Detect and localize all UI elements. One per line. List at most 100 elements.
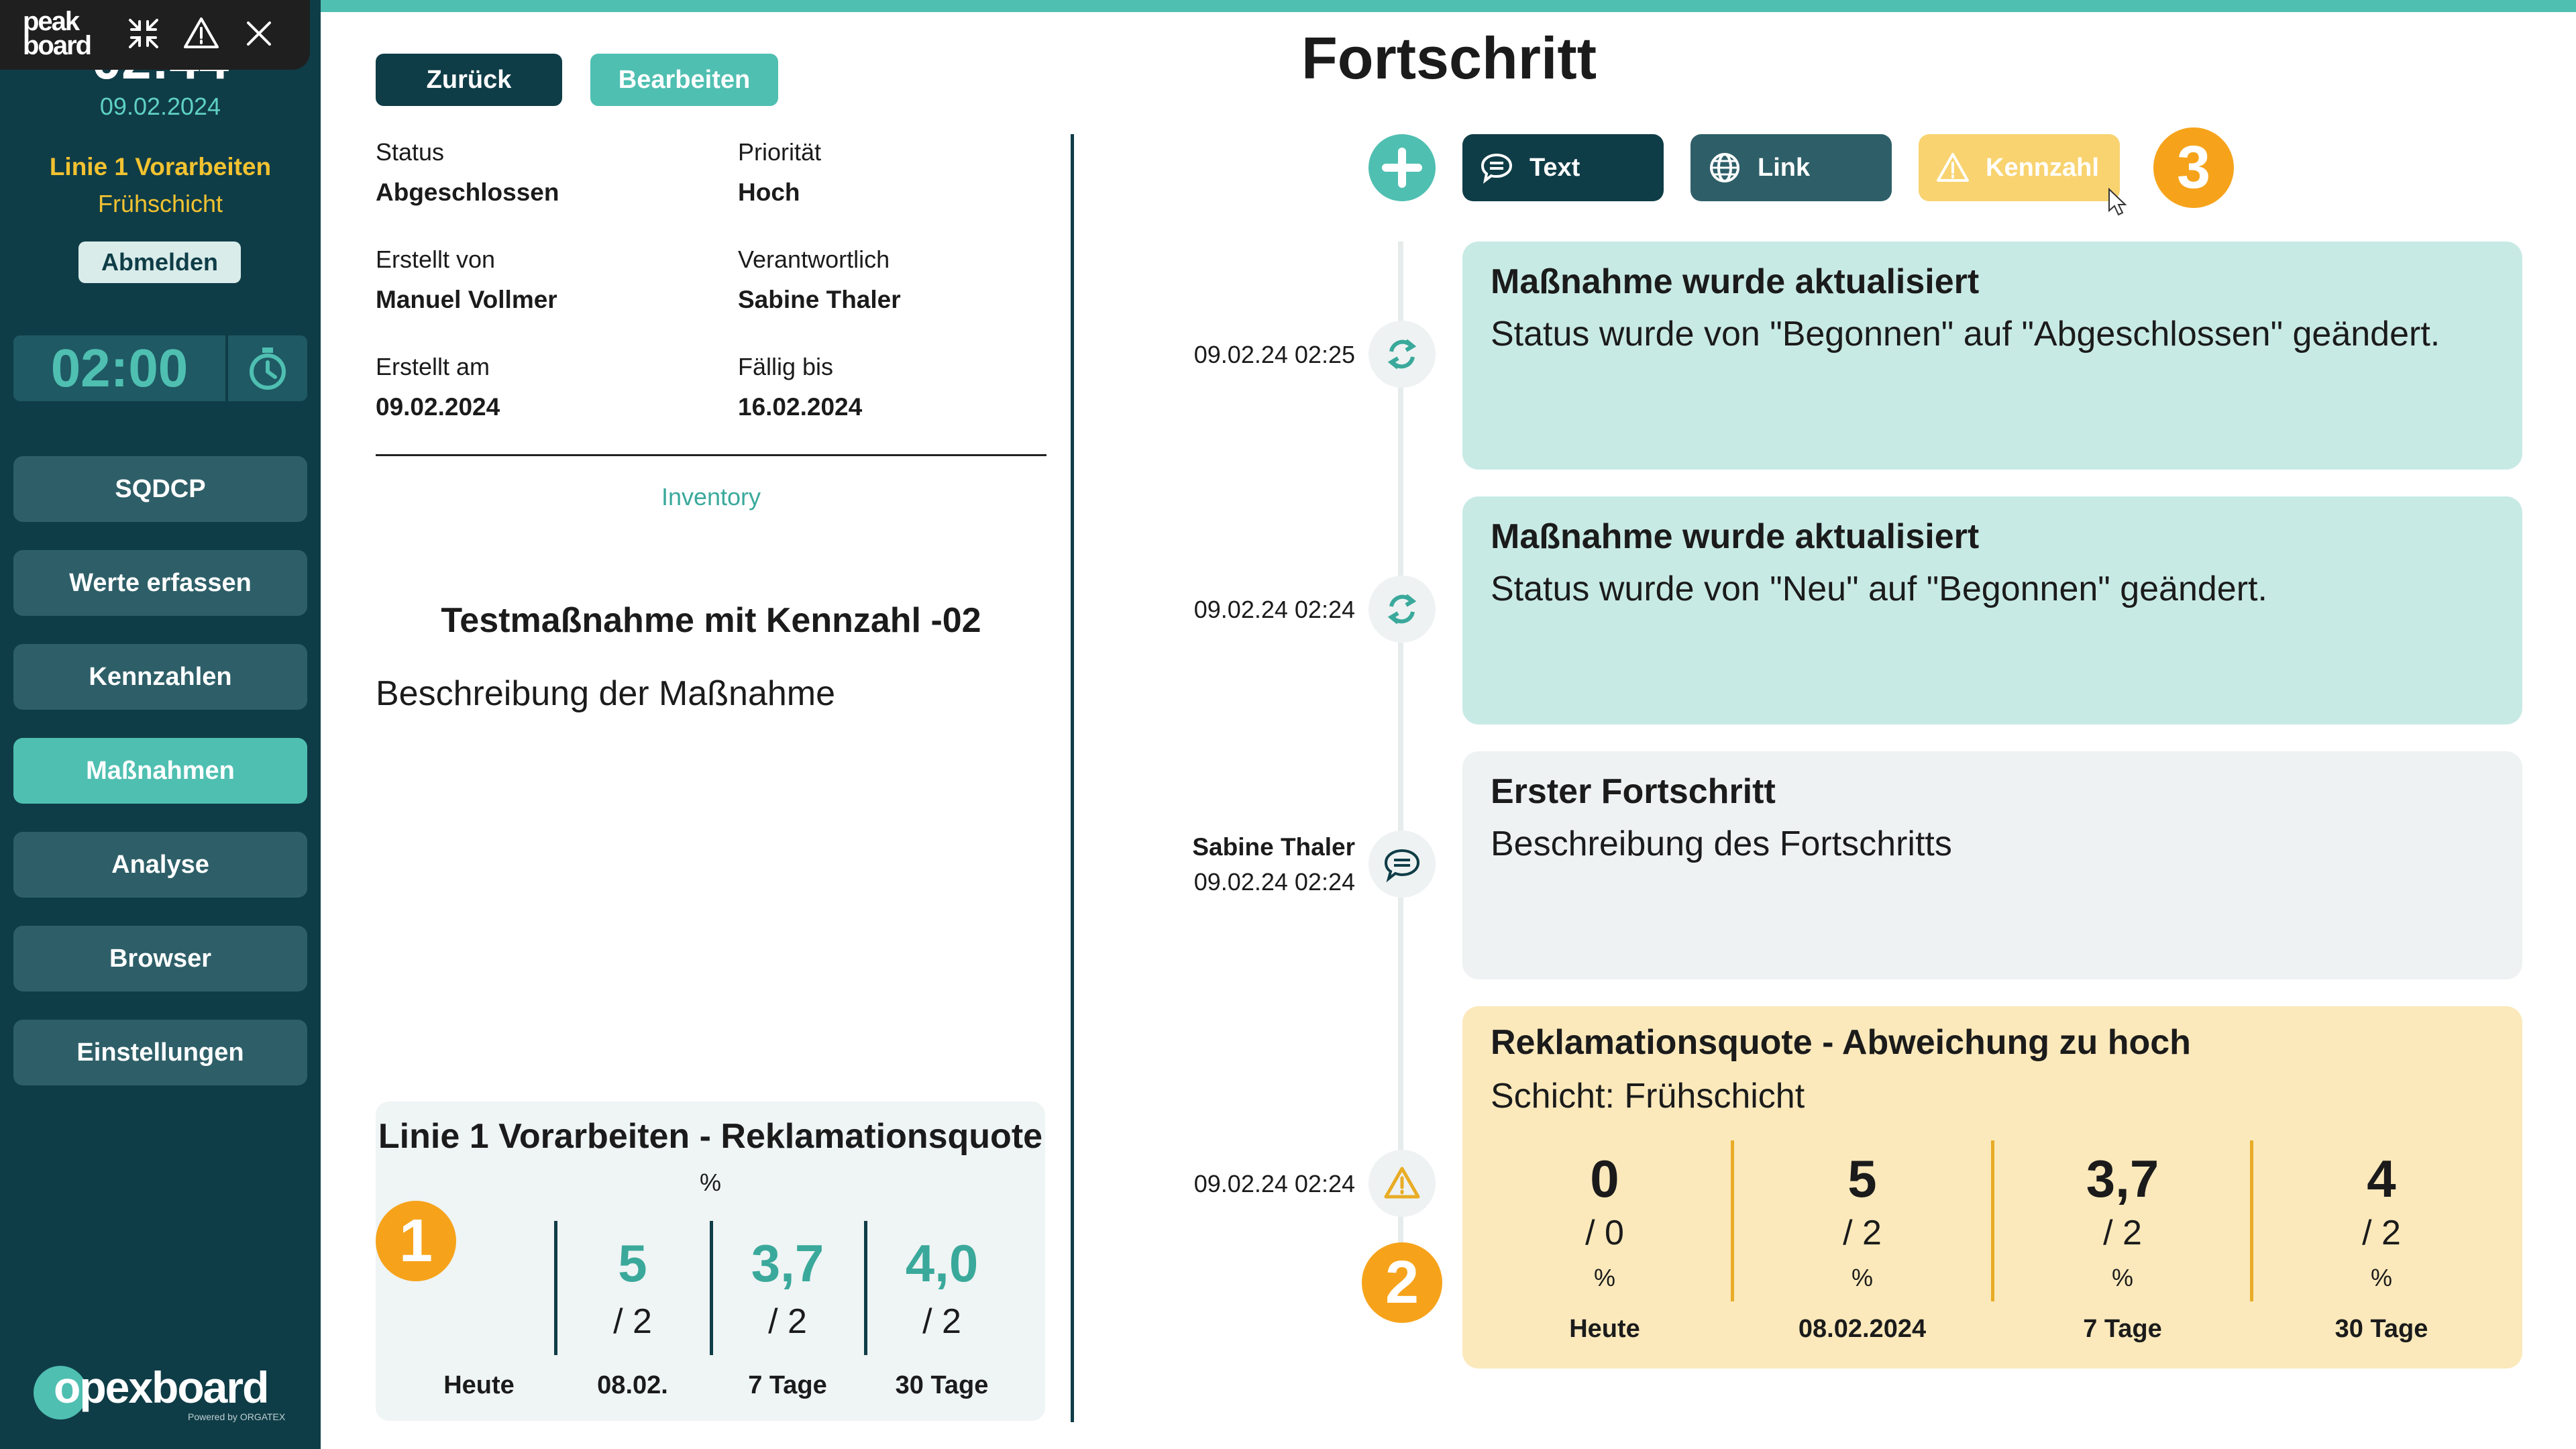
add-link-button[interactable]: Link [1690,134,1892,201]
kpi-value: 0 [1590,1149,1619,1208]
nav-item-kennzahlen[interactable]: Kennzahlen [13,644,307,710]
entry-time: 09.02.24 02:25 [1193,341,1355,368]
speech-bubble-icon [1481,153,1513,184]
kpi-separator [864,1221,867,1355]
kpi-unit: % [1851,1264,1873,1291]
entry-text: Status wurde von "Neu" auf "Begonnen" ge… [1491,570,2267,608]
panel-divider [1071,134,1074,1422]
marker-2: 2 [1362,1242,1442,1323]
kpi-period-label: 30 Tage [895,1371,989,1399]
kpi-separator [554,1221,557,1355]
kpi-separator [1731,1140,1734,1301]
close-icon[interactable] [240,15,278,52]
timeline-line [1398,241,1403,1288]
logout-button[interactable]: Abmelden [78,241,241,283]
refresh-icon [1387,339,1417,370]
status-value: Abgeschlossen [376,178,559,206]
kpi-card-title: Linie 1 Vorarbeiten - Reklamationsquote [378,1117,1043,1156]
timer-display: 02:00 [13,335,225,401]
kpi-target: / 2 [2362,1214,2401,1252]
nav-item-analyse[interactable]: Analyse [13,832,307,898]
top-accent-bar [321,0,2576,12]
entry-time: 09.02.24 02:24 [1193,596,1355,623]
progress-entry[interactable]: Maßnahme wurde aktualisiert Status wurde… [1462,496,2522,724]
measure-description: Beschreibung der Maßnahme [376,674,836,713]
add-text-button[interactable]: Text [1462,134,1664,201]
entry-time: 09.02.24 02:24 [1193,1170,1355,1197]
entry-text: Status wurde von "Begonnen" auf "Abgesch… [1491,315,2440,354]
entry-time: 09.02.24 02:24 [1193,868,1355,896]
page-title: Fortschritt [1301,25,1597,91]
warning-icon [1384,1167,1420,1199]
timeline-node [1368,321,1436,388]
add-progress-button[interactable] [1368,134,1436,201]
entry-title: Maßnahme wurde aktualisiert [1491,517,1980,556]
kpi-period-label: 08.02. [597,1371,668,1399]
peakboard-toolbar: peak board [0,0,310,70]
entry-title: Erster Fortschritt [1491,772,1776,811]
created-by-value: Manuel Vollmer [376,286,557,313]
entry-title: Reklamationsquote - Abweichung zu hoch [1491,1023,2191,1062]
mouse-cursor-icon [2106,187,2129,217]
back-button[interactable]: Zurück [376,54,562,106]
kpi-unit: % [1593,1264,1615,1291]
kpi-value: 5 [1847,1149,1877,1208]
kpi-separator [710,1221,713,1355]
refresh-icon [1387,594,1417,625]
add-link-label: Link [1758,154,1811,182]
kpi-period-label: 30 Tage [2334,1315,2428,1343]
kpi-period-label: 7 Tage [2083,1315,2162,1343]
edit-button[interactable]: Bearbeiten [590,54,778,106]
kpi-target: / 2 [2103,1214,2142,1252]
kpi-value: 5 [618,1234,647,1293]
details-divider [376,454,1046,456]
progress-entry[interactable]: Maßnahme wurde aktualisiert Status wurde… [1462,241,2522,470]
kpi-target: / 2 [768,1302,807,1341]
created-at-value: 09.02.2024 [376,393,500,421]
globe-icon [1710,153,1739,182]
nav-item-werte-erfassen[interactable]: Werte erfassen [13,550,307,616]
nav-item-einstellungen[interactable]: Einstellungen [13,1020,307,1085]
due-value: 16.02.2024 [738,393,863,421]
kpi-unit: % [2370,1264,2392,1291]
responsible-label: Verantwortlich [738,246,890,273]
speech-bubble-icon [1384,849,1420,883]
warning-icon [1937,153,1969,182]
kpi-value: 4 [2367,1149,2396,1208]
kpi-period-label: 08.02.2024 [1798,1315,1927,1343]
responsible-value: Sabine Thaler [738,286,901,313]
entry-text: Schicht: Frühschicht [1491,1077,1805,1116]
opexboard-logo: opexboard [54,1362,269,1412]
kpi-period-label: Heute [443,1371,515,1399]
nav-item-massnahmen[interactable]: Maßnahmen [13,738,307,804]
plus-icon [1382,148,1422,188]
nav-item-sqdcp[interactable]: SQDCP [13,456,307,522]
kpi-value: 3,7 [751,1234,824,1293]
warning-icon[interactable] [182,15,220,52]
kpi-period-label: 7 Tage [748,1371,827,1399]
add-kpi-button[interactable]: Kennzahl [1919,134,2120,201]
sidebar-date: 09.02.2024 [99,93,221,120]
due-label: Fällig bis [738,353,834,380]
collapse-icon[interactable] [125,15,162,52]
kpi-target: / 2 [613,1302,652,1341]
stopwatch-button[interactable] [228,335,307,401]
add-text-label: Text [1529,154,1580,182]
kpi-value: 4,0 [905,1234,979,1293]
nav-item-browser[interactable]: Browser [13,926,307,991]
stopwatch-icon [250,347,286,390]
priority-value: Hoch [738,178,800,206]
kpi-value: 3,7 [2086,1149,2159,1208]
kpi-target: / 0 [1585,1214,1624,1252]
entry-author: Sabine Thaler [1192,833,1355,861]
timeline-node [1368,1150,1436,1217]
kpi-card-unit: % [699,1169,721,1196]
measure-title: Testmaßnahme mit Kennzahl -02 [441,601,981,640]
timeline-node [1368,830,1436,898]
kpi-unit: % [2111,1264,2133,1291]
opexboard-tagline: Powered by ORGATEX [188,1411,286,1422]
timeline-node [1368,576,1436,643]
created-by-label: Erstellt von [376,246,496,273]
progress-entry[interactable]: Erster Fortschritt Beschreibung des Fort… [1462,751,2522,979]
kpi-target: / 2 [1843,1214,1882,1252]
